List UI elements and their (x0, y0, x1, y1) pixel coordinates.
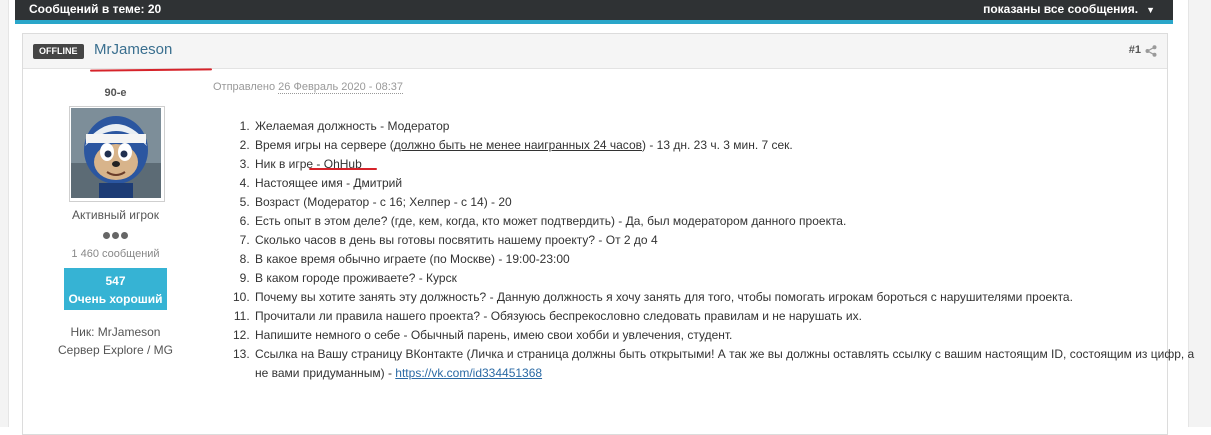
rank-pips (23, 226, 208, 244)
underlined-requirement: должно быть не менее наигранных 24 часов (393, 138, 642, 152)
rank-title: Активный игрок (72, 208, 159, 222)
list-item: Сколько часов в день вы готовы посвятить… (253, 231, 1203, 250)
posted-date: Отправлено 26 Февраль 2020 - 08:37 (213, 81, 404, 94)
post-number-link[interactable]: #1 (1129, 44, 1141, 56)
show-messages-dropdown[interactable]: показаны все сообщения. ▼ (983, 2, 1155, 16)
reputation-box[interactable]: 547 Очень хороший (64, 268, 167, 310)
list-item: Ссылка на Вашу страницу ВКонтакте (Личка… (253, 345, 1203, 383)
accent-stripe (15, 20, 1173, 24)
post-header: OFFLINE MrJameson #1 (23, 34, 1167, 69)
list-item: Возраст (Модератор - с 16; Хелпер - с 14… (253, 193, 1203, 212)
avatar[interactable] (69, 106, 165, 202)
posted-prefix: Отправлено (213, 81, 276, 93)
vk-profile-link[interactable]: https://vk.com/id334451368 (395, 366, 542, 380)
caret-down-icon: ▼ (1146, 5, 1155, 15)
posted-date-value: 26 Февраль 2020 - 08:37 (278, 81, 404, 94)
status-badge: OFFLINE (33, 44, 84, 59)
application-answers: Желаемая должность - Модератор Время игр… (213, 117, 1203, 383)
list-item: Настоящее имя - Дмитрий (253, 174, 1203, 193)
list-item: Есть опыт в этом деле? (где, кем, когда,… (253, 212, 1203, 231)
author-name-link[interactable]: MrJameson (94, 41, 172, 58)
custom-field-server: Сервер Explore / MG (58, 343, 173, 357)
list-item: Напишите немного о себе - Обычный парень… (253, 326, 1203, 345)
list-item: Ник в игре - OhHub (253, 155, 1203, 174)
list-item: Прочитали ли правила нашего проекта? - О… (253, 307, 1203, 326)
user-group: 90-е (104, 87, 127, 99)
posts-count: 1 460 сообщений (71, 248, 160, 260)
left-gutter (0, 0, 9, 427)
reputation-value: 547 (105, 274, 126, 288)
messages-count: Сообщений в теме: 20 (29, 2, 162, 16)
list-item: Почему вы хотите занять эту должность? -… (253, 288, 1203, 307)
custom-field-nick: Ник: MrJameson (70, 325, 161, 339)
list-item: Желаемая должность - Модератор (253, 117, 1203, 136)
share-icon[interactable] (1145, 44, 1157, 62)
topic-info-bar: Сообщений в теме: 20 показаны все сообще… (15, 0, 1173, 20)
reputation-label: Очень хороший (68, 292, 163, 306)
list-item: В какое время обычно играете (по Москве)… (253, 250, 1203, 269)
list-item: В каком городе проживаете? - Курск (253, 269, 1203, 288)
annotation-underline-nick (309, 168, 377, 170)
show-messages-label: показаны все сообщения. (983, 2, 1139, 16)
forum-post: OFFLINE MrJameson #1 90-е Активный игрок… (22, 33, 1194, 435)
list-item: Время игры на сервере (должно быть не ме… (253, 136, 1203, 155)
